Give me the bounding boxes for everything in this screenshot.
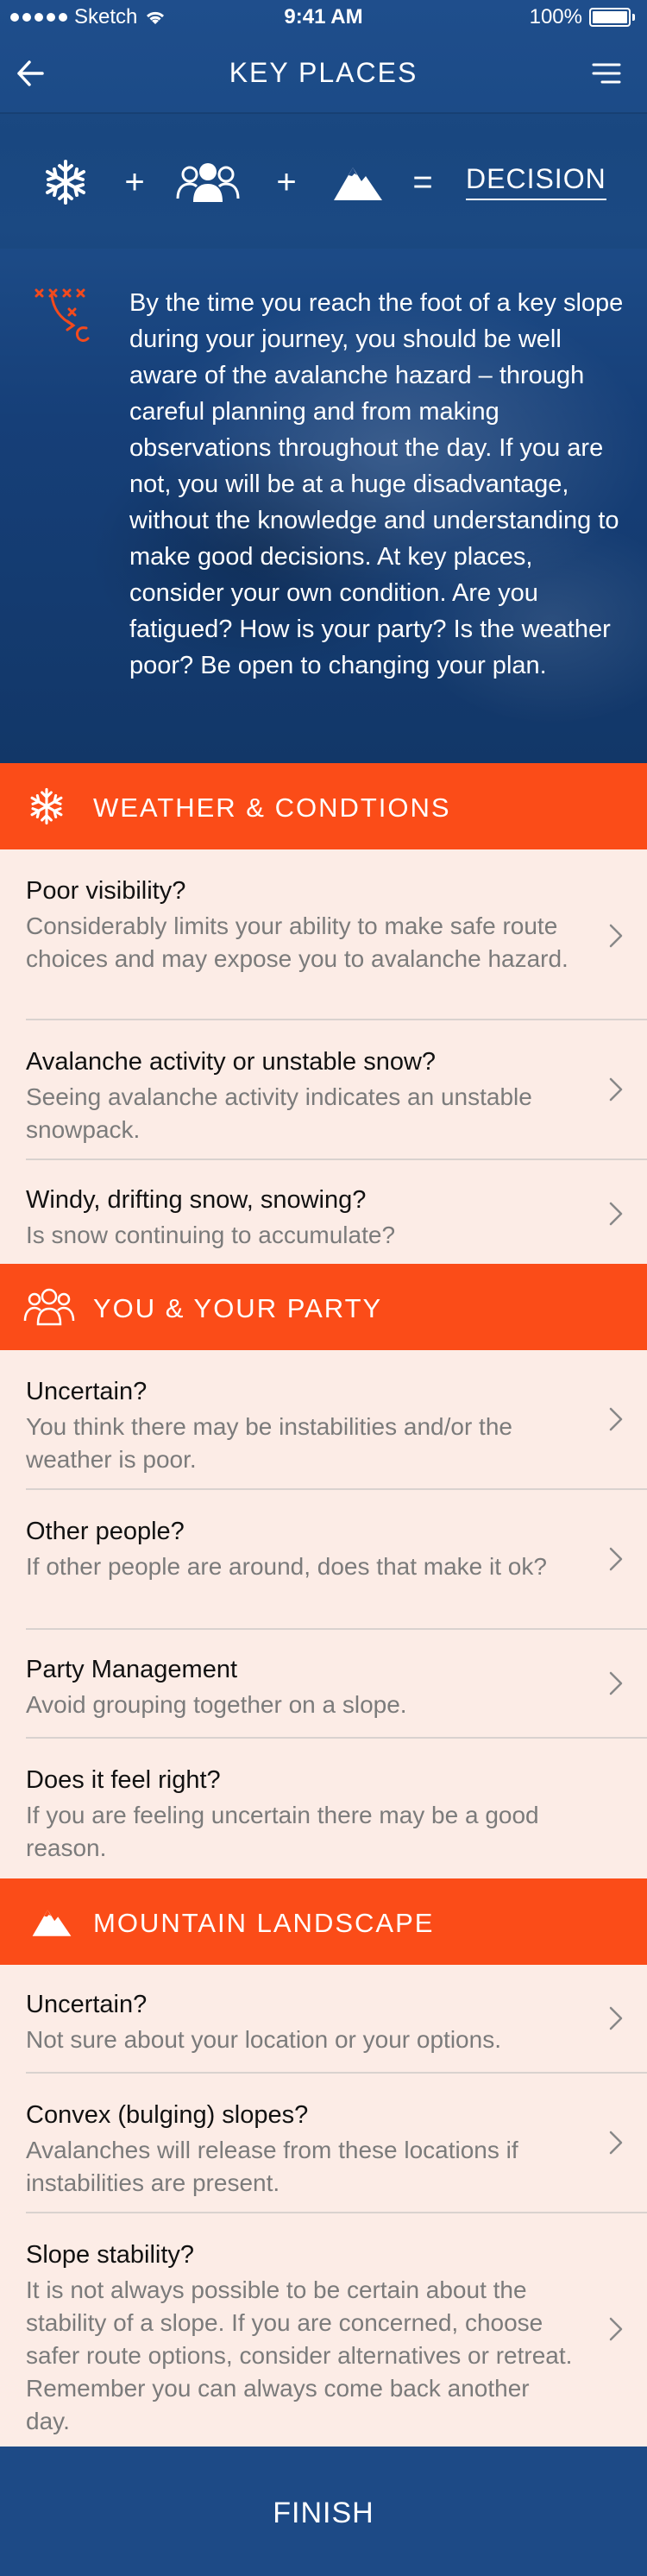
header-area: Sketch 9:41 AM 100% KEY PLACES + + = DEC… (0, 0, 647, 763)
hamburger-menu-icon[interactable] (592, 60, 621, 86)
list-item[interactable]: Uncertain? Not sure about your location … (0, 1965, 647, 2072)
finish-button[interactable]: FINISH (0, 2447, 647, 2576)
intro-section: By the time you reach the foot of a key … (0, 249, 647, 763)
list-item[interactable]: Avalanche activity or unstable snow? See… (0, 1020, 647, 1159)
chevron-right-icon (609, 2317, 623, 2341)
item-description: Is snow continuing to accumulate? (26, 1222, 396, 1248)
section-title: MOUNTAIN LANDSCAPE (93, 1908, 435, 1938)
page-title: KEY PLACES (229, 57, 418, 88)
section-title: WEATHER & CONDTIONS (93, 792, 451, 823)
list-item[interactable]: Poor visibility? Considerably limits you… (0, 849, 647, 1020)
plus-operator-2: + (276, 162, 297, 201)
list-item[interactable]: Slope stability? It is not always possib… (0, 2213, 647, 2447)
section-header-mountain: MOUNTAIN LANDSCAPE (0, 1878, 647, 1965)
item-title: Windy, drifting snow, snowing? (26, 1186, 367, 1214)
chevron-right-icon (609, 2006, 623, 2030)
chevron-right-icon (609, 2131, 623, 2155)
section-header-party: YOU & YOUR PARTY (0, 1264, 647, 1350)
tactics-plan-icon (35, 288, 90, 342)
battery-icon (589, 8, 631, 27)
item-title: Uncertain? (26, 1378, 148, 1405)
list-item[interactable]: Convex (bulging) slopes? Avalanches will… (0, 2074, 647, 2212)
list-item[interactable]: Windy, drifting snow, snowing? Is snow c… (0, 1160, 647, 1264)
item-title: Other people? (26, 1518, 185, 1545)
decision-label: DECISION (466, 163, 606, 200)
item-title: Poor visibility? (26, 877, 186, 905)
list-item[interactable]: Uncertain? You think there may be instab… (0, 1350, 647, 1488)
section-header-weather: WEATHER & CONDTIONS (0, 763, 647, 849)
section-title: YOU & YOUR PARTY (93, 1293, 383, 1323)
item-title: Convex (bulging) slopes? (26, 2101, 309, 2129)
plus-operator-1: + (124, 162, 145, 201)
equals-operator: = (412, 162, 433, 201)
chevron-right-icon (609, 1407, 623, 1431)
item-title: Does it feel right? (26, 1766, 221, 1794)
status-bar: Sketch 9:41 AM 100% (0, 0, 647, 35)
item-description: Avalanches will release from these locat… (26, 2137, 518, 2196)
item-description: If other people are around, does that ma… (26, 1553, 547, 1580)
item-title: Avalanche activity or unstable snow? (26, 1048, 437, 1076)
mountain-icon (328, 114, 388, 250)
snowflake-icon (38, 114, 93, 250)
item-title: Uncertain? (26, 1991, 148, 2018)
chevron-right-icon (609, 1671, 623, 1695)
finish-label: FINISH (273, 2497, 374, 2529)
chevron-right-icon (609, 1547, 623, 1571)
group-icon (23, 1288, 75, 1326)
intro-text: By the time you reach the foot of a key … (129, 289, 624, 679)
item-description: It is not always possible to be certain … (26, 2276, 573, 2434)
item-description: Not sure about your location or your opt… (26, 2026, 501, 2053)
chevron-right-icon (609, 924, 623, 948)
status-right: 100% (530, 5, 635, 29)
item-description: Avoid grouping together on a slope. (26, 1691, 407, 1718)
item-description: Seeing avalanche activity indicates an u… (26, 1083, 532, 1143)
battery-percent: 100% (529, 5, 582, 28)
item-title: Party Management (26, 1656, 238, 1683)
group-icon (171, 114, 245, 250)
item-title: Slope stability? (26, 2241, 195, 2269)
list-item[interactable]: Party Management Avoid grouping together… (0, 1630, 647, 1737)
list-item[interactable]: Does it feel right? If you are feeling u… (0, 1739, 647, 1878)
chevron-right-icon (609, 1202, 623, 1226)
item-description: If you are feeling uncertain there may b… (26, 1802, 539, 1861)
item-description: Considerably limits your ability to make… (26, 912, 568, 972)
nav-bar: KEY PLACES (0, 35, 647, 112)
snowflake-icon (30, 787, 63, 825)
item-description: You think there may be instabilities and… (26, 1413, 512, 1473)
chevron-right-icon (609, 1077, 623, 1102)
list-item[interactable]: Other people? If other people are around… (0, 1490, 647, 1628)
mountain-icon (32, 1910, 72, 1936)
decision-equation: + + = DECISION (0, 112, 647, 249)
